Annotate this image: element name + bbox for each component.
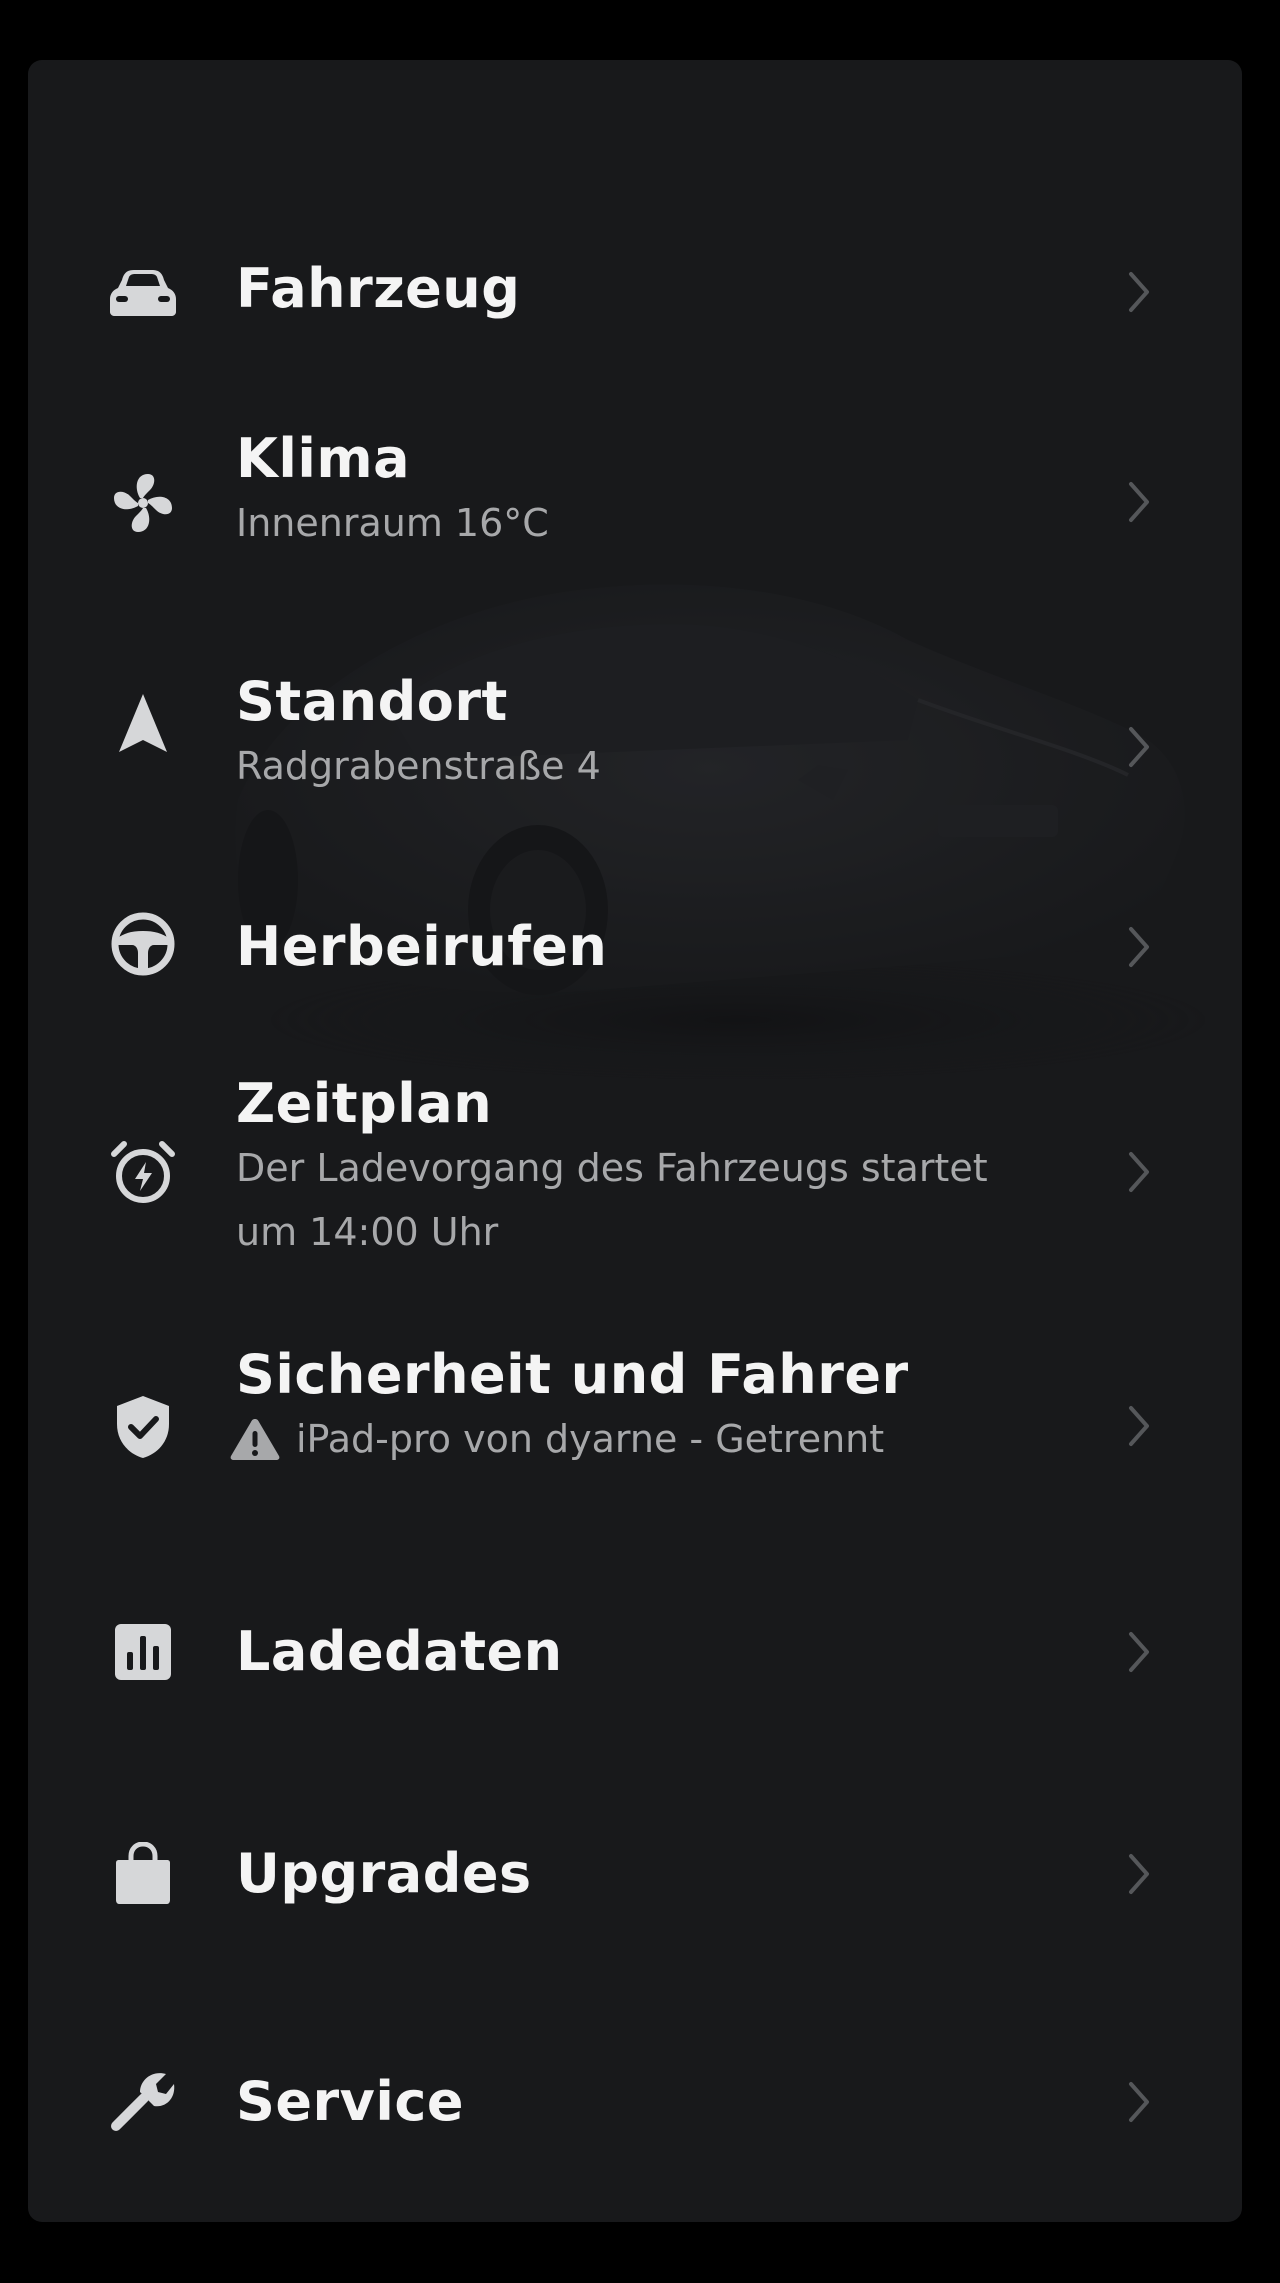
wrench-icon [110, 2068, 176, 2134]
menu-item-title: Upgrades [236, 1842, 532, 1905]
menu-item-subtitle: Radgrabenstraße 4 [236, 744, 601, 788]
menu-item-climate[interactable]: Klima Innenraum 16°C [28, 382, 1242, 612]
chevron-right-icon [1124, 923, 1154, 971]
chevron-right-icon [1124, 1850, 1154, 1898]
menu-item-title: Ladedaten [236, 1620, 563, 1683]
car-icon [110, 259, 176, 325]
menu-item-title: Fahrzeug [236, 257, 521, 320]
chevron-right-icon [1124, 1628, 1154, 1676]
menu-item-title: Service [236, 2070, 464, 2133]
navigation-arrow-icon [110, 690, 176, 756]
chevron-right-icon [1124, 1148, 1154, 1196]
chevron-right-icon [1124, 478, 1154, 526]
menu-item-schedule[interactable]: Zeitplan Der Ladevorgang des Fahrzeugs s… [28, 1032, 1242, 1332]
warning-triangle-icon [230, 1419, 280, 1460]
menu-item-location[interactable]: Standort Radgrabenstraße 4 [28, 612, 1242, 832]
menu-item-title: Zeitplan [236, 1072, 493, 1135]
menu-item-vehicle[interactable]: Fahrzeug [28, 202, 1242, 382]
bar-chart-icon [110, 1619, 176, 1685]
menu-item-title: Standort [236, 670, 508, 733]
menu-item-security[interactable]: Sicherheit und Fahrer iPad-pro von dyarn… [28, 1332, 1242, 1532]
fan-icon [110, 470, 176, 536]
shield-check-icon [110, 1394, 176, 1460]
menu-item-subtitle: Innenraum 16°C [236, 501, 549, 545]
menu-item-title: Herbeirufen [236, 915, 608, 978]
steering-wheel-icon [110, 911, 176, 977]
menu-item-title: Klima [236, 427, 411, 490]
chevron-right-icon [1124, 2078, 1154, 2126]
menu-item-subtitle: iPad-pro von dyarne - Getrennt [296, 1417, 885, 1461]
alarm-clock-bolt-icon [110, 1140, 176, 1206]
menu-item-service[interactable]: Service [28, 1982, 1242, 2182]
menu-item-upgrades[interactable]: Upgrades [28, 1752, 1242, 1982]
menu-item-title: Sicherheit und Fahrer [236, 1343, 909, 1406]
chevron-right-icon [1124, 1402, 1154, 1450]
menu-panel: Fahrzeug Klima Innenraum 16°C Standort R… [28, 60, 1242, 2222]
chevron-right-icon [1124, 723, 1154, 771]
menu-item-summon[interactable]: Herbeirufen [28, 832, 1242, 1032]
chevron-right-icon [1124, 268, 1154, 316]
menu-item-charging[interactable]: Ladedaten [28, 1532, 1242, 1752]
menu-item-subtitle: Der Ladevorgang des Fahrzeugs startet um… [236, 1146, 988, 1254]
shopping-bag-icon [110, 1841, 176, 1907]
menu-item-subtitle-row: iPad-pro von dyarne - Getrennt [230, 1407, 1036, 1471]
